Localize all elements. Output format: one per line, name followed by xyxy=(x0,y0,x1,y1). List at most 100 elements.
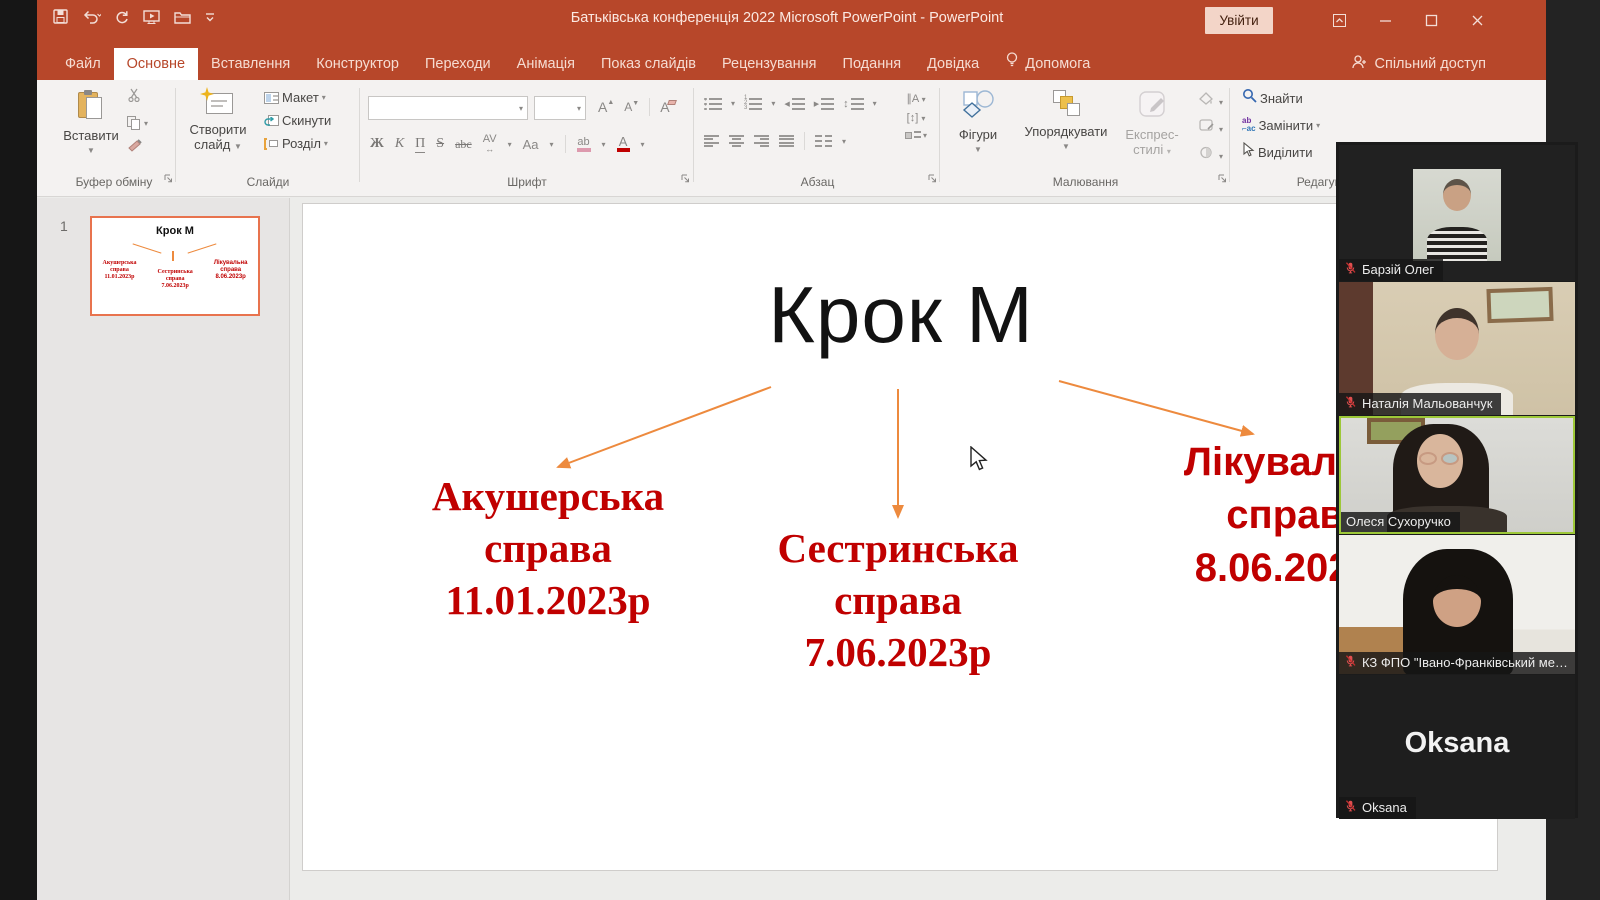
section-button[interactable]: Розділ▾ xyxy=(264,136,331,151)
numbering-icon[interactable]: 123 xyxy=(744,96,762,111)
increase-indent-icon[interactable]: ▶ xyxy=(814,98,834,110)
layout-button[interactable]: Макет▾ xyxy=(264,90,331,105)
change-case-button[interactable]: Aa xyxy=(523,137,539,152)
save-icon[interactable] xyxy=(52,8,69,25)
tab-design[interactable]: Конструктор xyxy=(303,48,412,80)
reset-button[interactable]: Скинути xyxy=(264,113,331,128)
slide-canvas[interactable]: Крок М Акушерська справа 11.01.2023р Сес… xyxy=(302,203,1498,871)
reset-icon xyxy=(264,115,279,127)
mic-muted-icon xyxy=(1344,395,1357,412)
arrange-button[interactable]: Упорядкувати ▼ xyxy=(1014,88,1118,154)
tab-animations[interactable]: Анімація xyxy=(504,48,588,80)
layout-icon xyxy=(264,92,279,104)
tab-help[interactable]: Довідка xyxy=(914,48,992,80)
strikethrough-button[interactable]: S xyxy=(436,136,444,152)
tab-file[interactable]: Файл xyxy=(52,48,114,80)
paste-button[interactable]: Вставити ▼ xyxy=(61,88,121,158)
select-cursor-icon xyxy=(1242,142,1255,162)
shrink-font-icon[interactable]: A▼ xyxy=(624,100,639,114)
participant-tile[interactable]: Наталія Мальованчук xyxy=(1339,282,1575,415)
format-painter-icon[interactable] xyxy=(127,139,148,158)
align-right-icon[interactable] xyxy=(754,135,769,147)
align-left-icon[interactable] xyxy=(704,135,719,147)
font-name-combo[interactable]: ▾ xyxy=(368,96,528,120)
titlebar: Батьківська конференція 2022 Microsoft P… xyxy=(37,0,1546,80)
justify-icon[interactable] xyxy=(779,135,794,147)
tab-view[interactable]: Подання xyxy=(830,48,915,80)
replace-icon: ab⌐ac xyxy=(1242,117,1256,133)
font-group: ▾ ▾ A▲ A▼ A Ж К П S abc AV↔ ▾ A xyxy=(362,84,692,192)
section-icon xyxy=(264,138,279,150)
participant-tile[interactable]: Барзій Олег xyxy=(1339,145,1575,281)
maximize-icon[interactable] xyxy=(1408,0,1454,40)
meeting-participants-panel[interactable]: Барзій Олег Наталія Мальованчук xyxy=(1336,142,1578,818)
slide-thumbnail[interactable]: Крок М Акушерськасправа11.01.2023р Сестр… xyxy=(90,216,260,316)
shape-fill-icon[interactable]: ▾ xyxy=(1199,92,1223,110)
sign-in-button[interactable]: Увійти xyxy=(1205,7,1273,34)
decrease-indent-icon[interactable]: ◀ xyxy=(784,98,804,110)
participant-name-label: Олеся Сухоручко xyxy=(1341,512,1460,532)
highlight-color-button[interactable]: ab xyxy=(577,137,591,152)
underline-button[interactable]: П xyxy=(415,136,425,153)
share-button[interactable]: Спільний доступ xyxy=(1351,48,1486,80)
lightbulb-icon xyxy=(1005,48,1019,80)
shape-outline-icon[interactable]: ▾ xyxy=(1199,119,1223,137)
text-shadow-button[interactable]: abc xyxy=(455,137,472,152)
slide-text-nursing[interactable]: Сестринська справа 7.06.2023р xyxy=(743,522,1053,678)
columns-icon[interactable] xyxy=(815,135,832,147)
ribbon-tabs: Файл Основне Вставлення Конструктор Пере… xyxy=(52,48,1103,80)
minimize-icon[interactable] xyxy=(1362,0,1408,40)
slide-text-obstetrics[interactable]: Акушерська справа 11.01.2023р xyxy=(393,470,703,626)
tab-home[interactable]: Основне xyxy=(114,48,198,80)
character-spacing-button[interactable]: AV↔ xyxy=(483,134,497,154)
paragraph-dialog-launcher-icon[interactable] xyxy=(928,170,937,188)
clear-formatting-icon[interactable]: A xyxy=(660,99,669,115)
align-text-icon[interactable]: [↕] ▾ xyxy=(907,112,926,124)
shape-effects-icon[interactable]: ▾ xyxy=(1199,146,1223,164)
grow-font-icon[interactable]: A▲ xyxy=(598,99,614,115)
clipboard-dialog-launcher-icon[interactable] xyxy=(164,170,173,188)
tab-review[interactable]: Рецензування xyxy=(709,48,830,80)
customize-qat-icon[interactable] xyxy=(204,10,216,24)
slides-group-label: Слайди xyxy=(178,175,358,189)
tab-insert[interactable]: Вставлення xyxy=(198,48,303,80)
italic-button[interactable]: К xyxy=(395,136,404,152)
paragraph-group: ▾ 123▾ ◀ ▶ ↕▾ ▾ ∥A ▾ [↕] ▾ ▾ xyxy=(696,84,939,192)
replace-button[interactable]: ab⌐ac Замінити▾ xyxy=(1242,117,1320,133)
select-button[interactable]: Виділити xyxy=(1242,142,1320,162)
cut-icon[interactable] xyxy=(127,88,148,107)
new-slide-button[interactable]: Створити слайд ▼ xyxy=(180,88,256,154)
font-size-combo[interactable]: ▾ xyxy=(534,96,586,120)
font-color-button[interactable]: A xyxy=(617,136,630,152)
participant-tile-video-off[interactable]: Oksana Oksana xyxy=(1339,675,1575,819)
convert-smartart-icon[interactable]: ▾ xyxy=(905,131,927,140)
ribbon-display-options-icon[interactable] xyxy=(1316,0,1362,40)
tab-slideshow[interactable]: Показ слайдів xyxy=(588,48,709,80)
find-icon xyxy=(1242,88,1257,108)
font-dialog-launcher-icon[interactable] xyxy=(681,170,690,188)
participant-name-label: Барзій Олег xyxy=(1339,259,1443,281)
text-direction-icon[interactable]: ∥A ▾ xyxy=(906,92,925,105)
bullets-icon[interactable] xyxy=(704,98,722,110)
shapes-button[interactable]: Фігури ▼ xyxy=(946,88,1010,157)
align-center-icon[interactable] xyxy=(729,135,744,147)
slide-thumbnails-panel: 1 Крок М Акушерськасправа11.01.2023р Сес… xyxy=(37,198,290,900)
redo-icon[interactable] xyxy=(113,8,130,25)
close-icon[interactable] xyxy=(1454,0,1500,40)
mouse-cursor xyxy=(968,446,990,472)
start-slideshow-icon[interactable] xyxy=(142,8,161,25)
drawing-dialog-launcher-icon[interactable] xyxy=(1218,170,1227,188)
line-spacing-icon[interactable]: ↕ xyxy=(843,98,864,110)
participant-tile-active-speaker[interactable]: Олеся Сухоручко xyxy=(1339,416,1575,534)
copy-icon[interactable]: ▾ xyxy=(127,116,148,130)
quick-styles-button[interactable]: Експрес- стилі ▾ xyxy=(1120,88,1184,159)
slide-title-text[interactable]: Крок М xyxy=(601,269,1201,361)
open-folder-icon[interactable] xyxy=(173,9,192,25)
participant-tile[interactable]: КЗ ФПО "Івано-Франківський ме… xyxy=(1339,535,1575,674)
participant-name-label: Наталія Мальованчук xyxy=(1339,393,1501,415)
tab-transitions[interactable]: Переходи xyxy=(412,48,504,80)
undo-icon[interactable] xyxy=(81,8,101,25)
bold-button[interactable]: Ж xyxy=(370,136,384,152)
tab-assistant[interactable]: Допомога xyxy=(992,48,1103,80)
find-button[interactable]: Знайти xyxy=(1242,88,1320,108)
